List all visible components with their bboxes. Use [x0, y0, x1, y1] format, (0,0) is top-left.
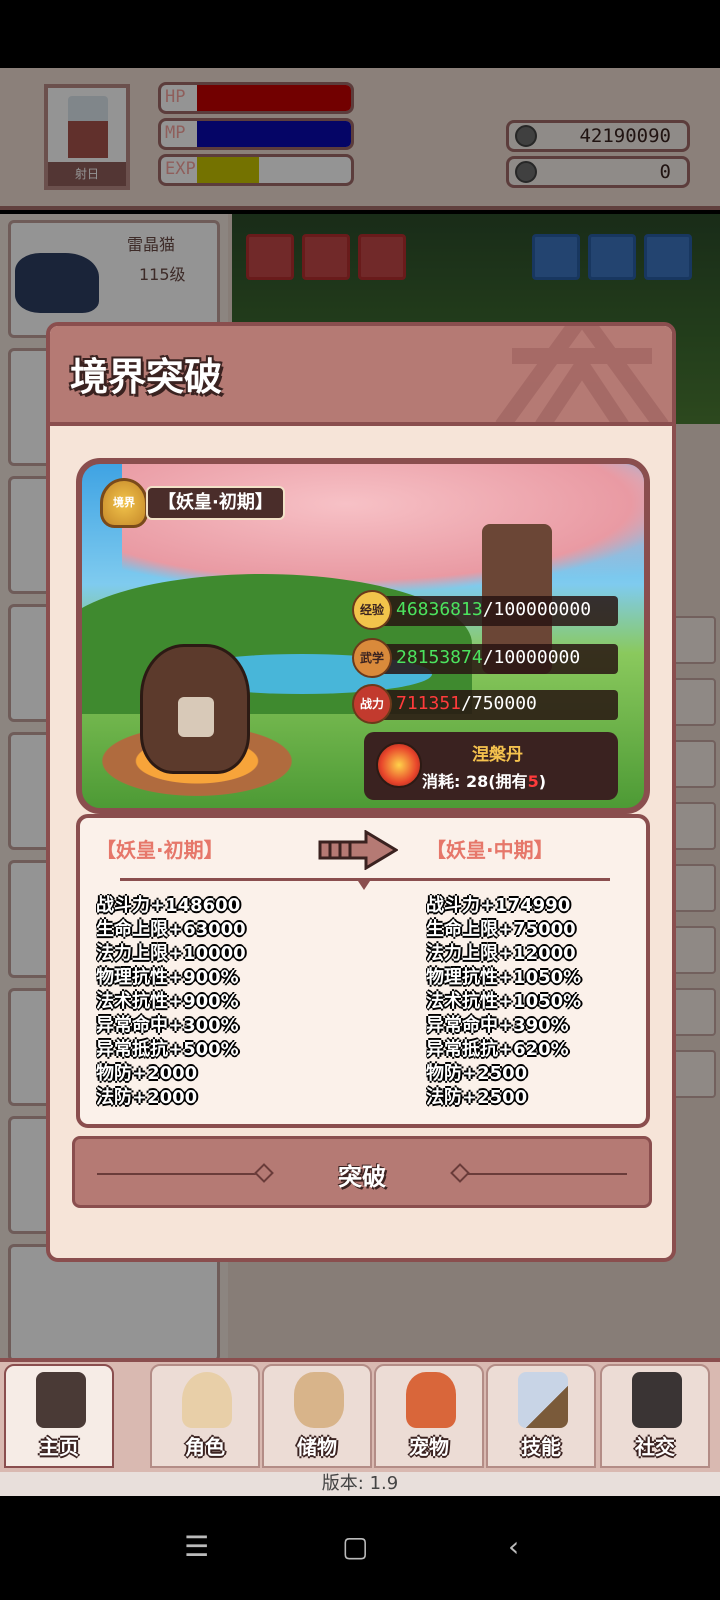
- nav-social[interactable]: 社交: [600, 1364, 710, 1468]
- cherry-blossom: [122, 464, 644, 594]
- from-stats-list: 战斗力+148600 生命上限+63000 法力上限+10000 物理抗性+900% 法…: [96, 894, 316, 1110]
- experience-icon: 经验: [352, 590, 392, 630]
- martial-icon: 武学: [352, 638, 392, 678]
- power-requirement: 战力 711351/750000: [352, 684, 618, 724]
- stat-line: 法防+2000: [96, 1087, 198, 1108]
- nav-skills[interactable]: 技能: [486, 1364, 596, 1468]
- back-icon[interactable]: ‹: [508, 1530, 519, 1563]
- version-text: 版本: 1.9: [0, 1472, 720, 1496]
- handshake-icon: [632, 1372, 682, 1428]
- stat-line: 法术抗性+900%: [96, 991, 239, 1012]
- bear-monster-sprite: [140, 644, 250, 774]
- stat-line: 战斗力+148600: [96, 895, 241, 916]
- stat-line: 物防+2000: [96, 1063, 198, 1084]
- nav-label: 技能: [521, 1435, 561, 1459]
- sword-icon: [518, 1372, 568, 1428]
- power-current: 711351: [396, 693, 462, 714]
- pill-cost-prefix: 消耗: 28(拥有: [422, 772, 528, 791]
- stat-line: 异常命中+390%: [426, 1015, 569, 1036]
- power-icon: 战力: [352, 684, 392, 724]
- monster-belly: [178, 697, 214, 737]
- figure-icon: [182, 1372, 232, 1428]
- fire-pill-icon: [376, 742, 422, 788]
- realm-breakthrough-dialog: 境界突破 境界 【妖皇·初期】 经验 46836813/100000000 武学…: [46, 322, 676, 1262]
- realm-badge-icon: 境界: [100, 478, 148, 528]
- nav-storage[interactable]: 储物: [262, 1364, 372, 1468]
- nav-home[interactable]: 主页: [4, 1364, 114, 1468]
- mp-label: MP: [165, 123, 186, 143]
- current-realm-label: 【妖皇·初期】: [146, 486, 285, 520]
- pill-owned: 5: [527, 772, 539, 791]
- to-stats-list: 战斗力+174990 生命上限+75000 法力上限+12000 物理抗性+1050%…: [426, 894, 646, 1110]
- gate-icon: [36, 1372, 86, 1428]
- stat-line: 生命上限+63000: [96, 919, 246, 940]
- nav-label: 储物: [297, 1435, 337, 1459]
- dialog-title: 境界突破: [70, 355, 223, 399]
- stat-line: 法术抗性+1050%: [426, 991, 582, 1012]
- realm-scene: 境界 【妖皇·初期】 经验 46836813/100000000 武学 2815…: [76, 458, 650, 814]
- emblem-decoration: [495, 326, 669, 422]
- exp-label: EXP: [165, 159, 196, 179]
- stat-line: 生命上限+75000: [426, 919, 576, 940]
- divider-notch: [356, 878, 372, 890]
- nirvana-pill-cost[interactable]: 涅槃丹 消耗: 28(拥有5): [364, 732, 618, 800]
- bottom-navigation: 主页 角色 储物 宠物 技能 社交: [0, 1358, 720, 1472]
- recent-apps-icon[interactable]: ☰: [184, 1530, 209, 1563]
- martial-current: 28153874: [396, 647, 483, 668]
- stat-line: 异常抵抗+500%: [96, 1039, 239, 1060]
- breakthrough-button[interactable]: 突破: [72, 1136, 652, 1208]
- stat-line: 法防+2500: [426, 1087, 528, 1108]
- stat-line: 战斗力+174990: [426, 895, 571, 916]
- nav-label: 角色: [185, 1435, 225, 1459]
- experience-current: 46836813: [396, 599, 483, 620]
- martial-requirement: 武学 28153874/10000000: [352, 638, 618, 678]
- arrow-right-icon: [318, 830, 398, 870]
- bag-icon: [294, 1372, 344, 1428]
- stat-line: 异常命中+300%: [96, 1015, 239, 1036]
- nav-label: 宠物: [409, 1435, 449, 1459]
- experience-required: /100000000: [482, 599, 592, 620]
- stat-line: 物理抗性+900%: [96, 967, 239, 988]
- hp-label: HP: [165, 87, 186, 107]
- stat-line: 异常抵抗+620%: [426, 1039, 569, 1060]
- button-ornament-line: [467, 1173, 627, 1175]
- nav-label: 主页: [39, 1435, 79, 1459]
- home-icon[interactable]: ▢: [342, 1530, 368, 1563]
- dialog-header: 境界突破: [50, 326, 672, 426]
- power-required: /750000: [461, 693, 537, 714]
- fox-icon: [406, 1372, 456, 1428]
- nav-pets[interactable]: 宠物: [374, 1364, 484, 1468]
- nav-character[interactable]: 角色: [150, 1364, 260, 1468]
- stat-line: 物防+2500: [426, 1063, 528, 1084]
- pill-cost: 消耗: 28(拥有5): [422, 768, 546, 792]
- experience-requirement: 经验 46836813/100000000: [352, 590, 618, 630]
- stat-line: 法力上限+12000: [426, 943, 576, 964]
- stat-line: 法力上限+10000: [96, 943, 246, 964]
- pill-cost-suffix: ): [538, 772, 547, 791]
- nav-label: 社交: [635, 1435, 675, 1459]
- status-bar: [0, 0, 720, 68]
- stat-line: 物理抗性+1050%: [426, 967, 582, 988]
- pill-name: 涅槃丹: [472, 745, 523, 765]
- to-realm-title: 【妖皇·中期】: [426, 838, 554, 862]
- martial-required: /10000000: [482, 647, 581, 668]
- system-navigation-bar: ☰ ▢ ‹: [0, 1496, 720, 1600]
- realm-comparison: 【妖皇·初期】 【妖皇·中期】 战斗力+148600 生命上限+63000 法力上限…: [76, 814, 650, 1128]
- from-realm-title: 【妖皇·初期】: [96, 838, 224, 862]
